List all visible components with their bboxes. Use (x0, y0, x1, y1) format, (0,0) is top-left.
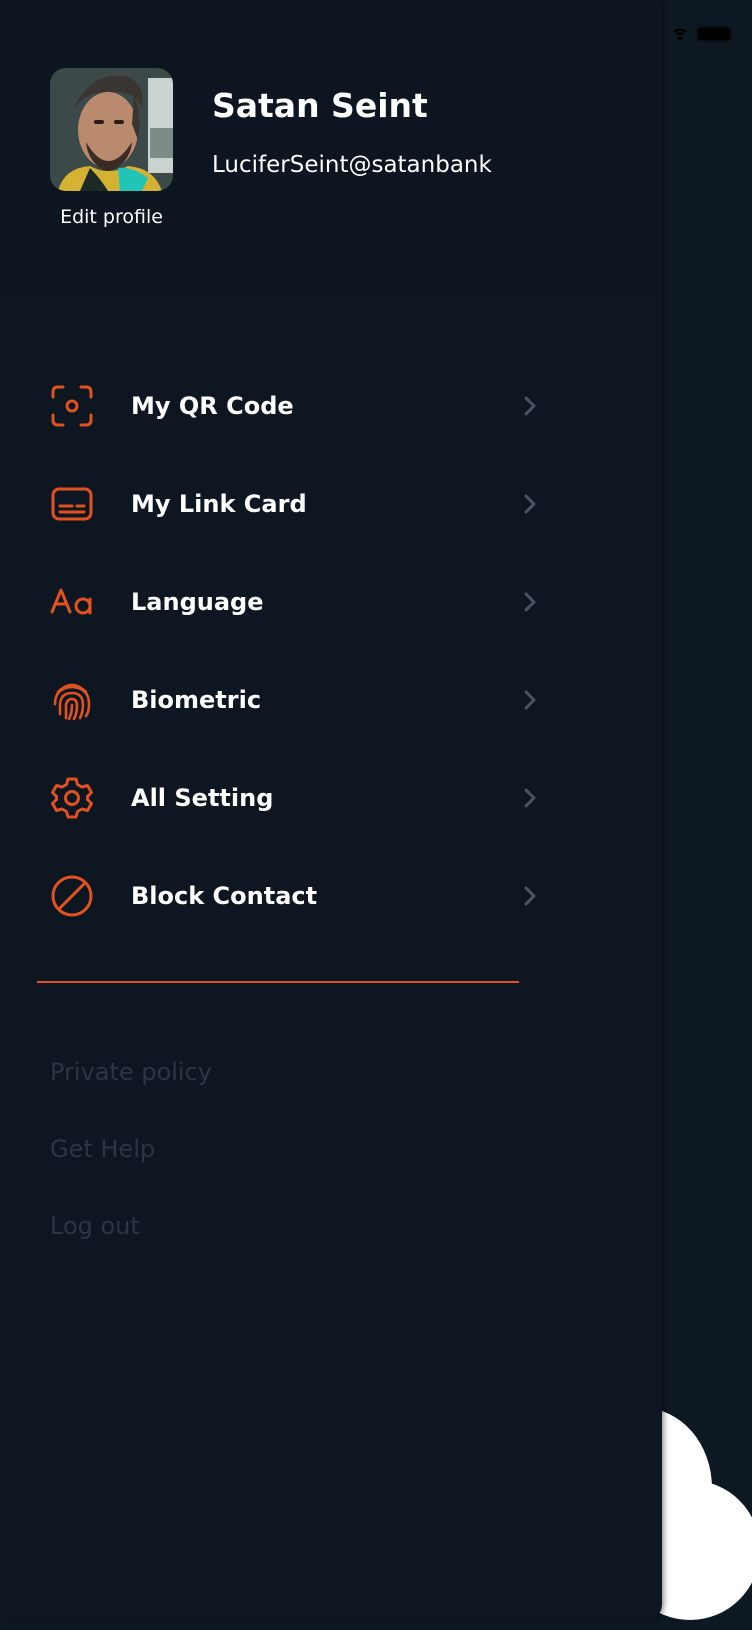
menu-item-block-contact[interactable]: Block Contact (0, 847, 560, 945)
menu-item-label: My QR Code (131, 392, 294, 420)
block-icon (50, 874, 94, 918)
log-out-link[interactable]: Log out (50, 1212, 140, 1240)
get-help-link[interactable]: Get Help (50, 1135, 155, 1163)
private-policy-link[interactable]: Private policy (50, 1058, 212, 1086)
menu-item-label: My Link Card (131, 490, 307, 518)
menu-item-my-link-card[interactable]: My Link Card (0, 455, 560, 553)
gear-icon (50, 776, 94, 820)
menu-item-label: Block Contact (131, 882, 318, 910)
battery-icon (696, 26, 732, 42)
navigation-drawer: Edit profile Satan Seint LuciferSeint@sa… (0, 0, 662, 1622)
fingerprint-icon (50, 678, 94, 722)
card-icon (50, 482, 94, 526)
chevron-right-icon (524, 494, 536, 514)
edit-profile-link[interactable]: Edit profile (40, 206, 183, 228)
font-icon (50, 580, 94, 624)
menu-item-all-setting[interactable]: All Setting (0, 749, 560, 847)
menu-item-label: Language (131, 588, 264, 616)
chevron-right-icon (524, 690, 536, 710)
status-bar (672, 26, 732, 42)
avatar[interactable] (50, 68, 173, 191)
qr-scan-icon (50, 384, 94, 428)
menu-item-label: Biometric (131, 686, 262, 714)
menu-list: My QR Code My Link Card Language Biometr… (0, 357, 560, 945)
menu-item-language[interactable]: Language (0, 553, 560, 651)
menu-item-biometric[interactable]: Biometric (0, 651, 560, 749)
menu-item-label: All Setting (131, 784, 274, 812)
menu-divider (37, 981, 519, 983)
chevron-right-icon (524, 592, 536, 612)
chevron-right-icon (524, 788, 536, 808)
menu-item-my-qr-code[interactable]: My QR Code (0, 357, 560, 455)
wifi-icon (672, 26, 688, 42)
profile-header: Edit profile Satan Seint LuciferSeint@sa… (0, 0, 662, 301)
user-name: Satan Seint (212, 86, 428, 125)
user-email: LuciferSeint@satanbank (212, 152, 492, 178)
chevron-right-icon (524, 886, 536, 906)
chevron-right-icon (524, 396, 536, 416)
